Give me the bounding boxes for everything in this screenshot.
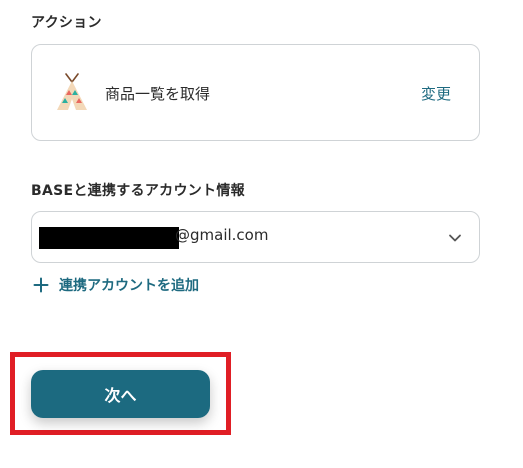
add-linked-account-label: 連携アカウントを追加 xyxy=(59,278,199,294)
account-select[interactable]: @gmail.com xyxy=(31,211,480,263)
redacted-account-name xyxy=(39,227,179,249)
add-linked-account-button[interactable]: 連携アカウントを追加 xyxy=(33,274,199,296)
action-card: 商品一覧を取得 変更 xyxy=(31,44,480,141)
chevron-down-icon[interactable] xyxy=(448,231,462,245)
plus-icon xyxy=(33,277,49,293)
action-name: 商品一覧を取得 xyxy=(105,85,211,103)
account-section-label: BASEと連携するアカウント情報 xyxy=(31,183,245,199)
action-section-label: アクション xyxy=(31,15,102,31)
base-teepee-icon xyxy=(57,73,87,110)
next-button[interactable]: 次へ xyxy=(31,370,210,418)
change-action-link[interactable]: 変更 xyxy=(421,83,451,104)
account-email-suffix: @gmail.com xyxy=(175,226,269,244)
